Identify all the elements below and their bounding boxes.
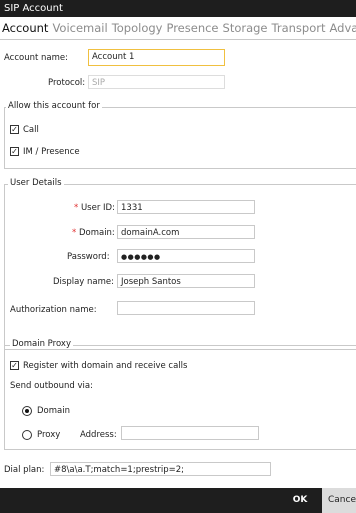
- proxy-radio-label: Proxy: [37, 430, 61, 440]
- required-mark: *: [72, 228, 77, 238]
- proxy-address-input[interactable]: [121, 426, 259, 440]
- tab-presence[interactable]: Presence: [164, 17, 220, 39]
- allow-legend: Allow this account for: [6, 101, 102, 111]
- allow-group: [4, 107, 356, 169]
- register-label: Register with domain and receive calls: [23, 361, 188, 371]
- tab-storage[interactable]: Storage: [221, 17, 270, 39]
- user-id-label: * User ID:: [74, 203, 115, 213]
- protocol-field: SIP: [88, 75, 225, 89]
- radio-selected-dot: [25, 409, 29, 413]
- dial-plan-label: Dial plan:: [4, 465, 45, 475]
- call-label: Call: [23, 125, 39, 135]
- domain-radio[interactable]: [22, 406, 32, 416]
- tab-advanced[interactable]: Advanc: [327, 17, 356, 39]
- im-presence-checkbox[interactable]: ✓: [10, 147, 19, 156]
- account-name-label: Account name:: [4, 53, 68, 63]
- password-label: Password:: [67, 252, 110, 262]
- domain-proxy-legend: Domain Proxy: [10, 339, 73, 349]
- display-name-input[interactable]: Joseph Santos: [117, 274, 255, 288]
- im-presence-label: IM / Presence: [23, 147, 80, 157]
- tab-bar: Account Voicemail Topology Presence Storage T…: [0, 17, 356, 40]
- tab-account[interactable]: Account: [0, 17, 50, 39]
- domain-input[interactable]: domainA.com: [117, 225, 255, 239]
- tab-voicemail[interactable]: Voicemail: [50, 17, 109, 39]
- register-checkbox[interactable]: ✓: [10, 361, 19, 370]
- user-details-legend: User Details: [8, 178, 64, 188]
- tab-topology[interactable]: Topology: [110, 17, 165, 39]
- user-id-input[interactable]: 1331: [117, 200, 255, 214]
- window-title: SIP Account: [4, 3, 63, 14]
- proxy-radio[interactable]: [22, 430, 32, 440]
- title-bar: SIP Account: [0, 0, 356, 17]
- display-name-label: Display name:: [53, 277, 115, 287]
- authorization-name-input[interactable]: [117, 301, 255, 315]
- domain-radio-label: Domain: [37, 406, 70, 416]
- protocol-label: Protocol:: [48, 78, 86, 88]
- send-outbound-label: Send outbound via:: [10, 381, 93, 391]
- cancel-button[interactable]: Cancel: [322, 488, 356, 513]
- domain-label: * Domain:: [72, 228, 115, 238]
- authorization-name-label: Authorization name:: [10, 305, 97, 315]
- call-checkbox[interactable]: ✓: [10, 125, 19, 134]
- account-name-input[interactable]: Account 1: [88, 49, 225, 66]
- required-mark: *: [74, 203, 79, 213]
- tab-transport[interactable]: Transport: [270, 17, 328, 39]
- address-label: Address:: [80, 430, 117, 440]
- ok-button[interactable]: OK: [280, 488, 320, 513]
- password-input[interactable]: ●●●●●●: [117, 249, 255, 263]
- dial-plan-input[interactable]: #8\a\a.T;match=1;prestrip=2;: [50, 462, 271, 476]
